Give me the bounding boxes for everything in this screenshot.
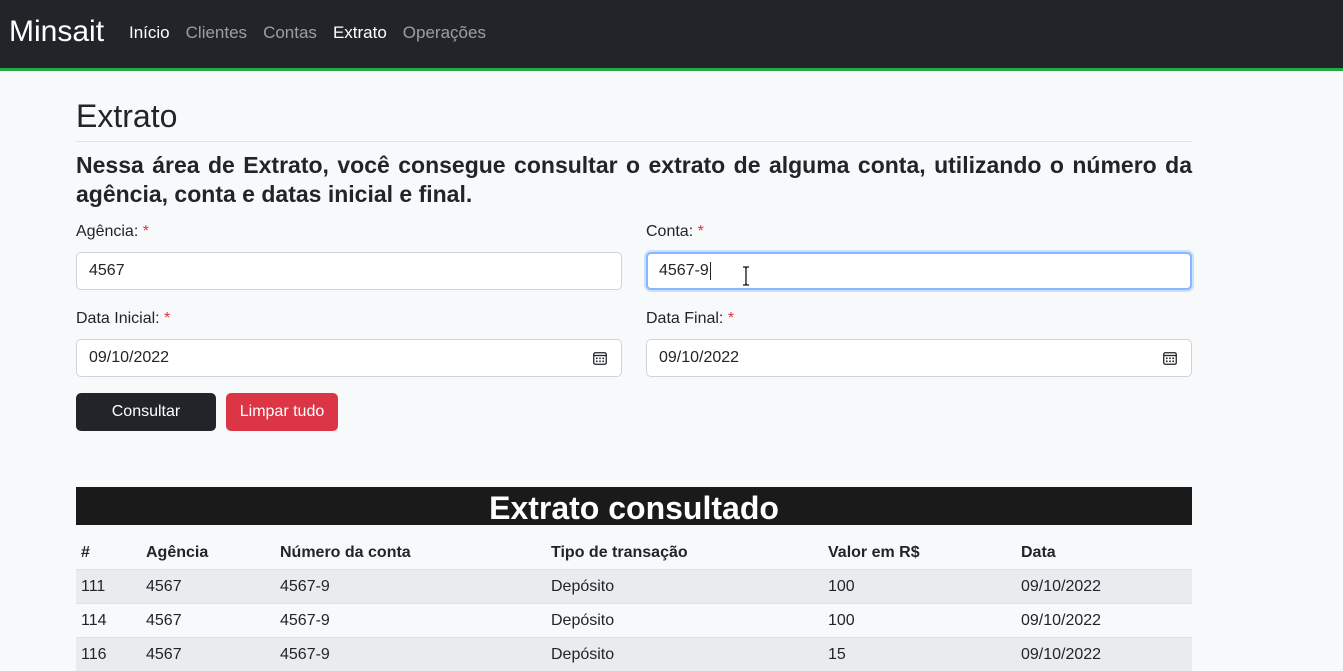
cell-id: 111 [76,570,141,604]
cell-valor: 15 [823,638,1016,671]
text-caret [710,262,711,280]
required-marker: * [143,223,149,240]
nav-links: Início Clientes Contas Extrato Operações [129,22,486,44]
table-header-row: # Agência Número da conta Tipo de transa… [76,537,1192,570]
cell-data: 09/10/2022 [1016,604,1192,638]
limpar-tudo-button[interactable]: Limpar tudo [226,393,338,431]
cell-tipo: Depósito [546,570,823,604]
conta-label: Conta: * [646,222,704,242]
nav-link-contas[interactable]: Contas [263,22,317,44]
cell-valor: 100 [823,604,1016,638]
cell-tipo: Depósito [546,604,823,638]
data-final-label-text: Data Final: [646,310,723,327]
calendar-icon[interactable] [593,351,607,365]
cell-conta: 4567-9 [275,570,546,604]
ibeam-cursor-icon [741,266,751,286]
conta-input[interactable]: 4567-9 [646,252,1192,290]
column-header: Agência [141,537,275,570]
data-inicial-label: Data Inicial: * [76,309,170,329]
cell-data: 09/10/2022 [1016,570,1192,604]
agencia-input[interactable]: 4567 [76,252,622,290]
data-final-input[interactable]: 09/10/2022 [646,339,1192,377]
conta-label-text: Conta: [646,223,693,240]
column-header: # [76,537,141,570]
data-inicial-input[interactable]: 09/10/2022 [76,339,622,377]
title-divider [76,141,1192,142]
data-final-value: 09/10/2022 [659,349,739,366]
column-header: Tipo de transação [546,537,823,570]
nav-link-operacoes[interactable]: Operações [403,22,486,44]
brand-logo[interactable]: Minsait [9,14,104,50]
required-marker: * [728,310,734,327]
data-inicial-label-text: Data Inicial: [76,310,160,327]
table-row: 114 4567 4567-9 Depósito 100 09/10/2022 [76,604,1192,638]
cell-id: 114 [76,604,141,638]
table-row: 116 4567 4567-9 Depósito 15 09/10/2022 [76,638,1192,671]
cell-agencia: 4567 [141,638,275,671]
table-row: 111 4567 4567-9 Depósito 100 09/10/2022 [76,570,1192,604]
top-navbar: Minsait Início Clientes Contas Extrato O… [0,0,1343,71]
page-title: Extrato [76,97,177,135]
consultar-button[interactable]: Consultar [76,393,216,431]
column-header: Número da conta [275,537,546,570]
nav-link-extrato[interactable]: Extrato [333,22,387,44]
cell-data: 09/10/2022 [1016,638,1192,671]
cell-conta: 4567-9 [275,638,546,671]
cell-conta: 4567-9 [275,604,546,638]
cell-id: 116 [76,638,141,671]
nav-link-inicio[interactable]: Início [129,22,170,44]
agencia-label: Agência: * [76,222,149,242]
page-description: Nessa área de Extrato, você consegue con… [76,151,1192,209]
data-final-label: Data Final: * [646,309,734,329]
conta-input-value: 4567-9 [659,262,709,279]
cell-tipo: Depósito [546,638,823,671]
agencia-label-text: Agência: [76,223,138,240]
nav-link-clientes[interactable]: Clientes [186,22,247,44]
agencia-input-value: 4567 [89,262,125,279]
cell-agencia: 4567 [141,570,275,604]
results-title: Extrato consultado [76,487,1192,525]
cell-valor: 100 [823,570,1016,604]
data-inicial-value: 09/10/2022 [89,349,169,366]
required-marker: * [698,223,704,240]
column-header: Data [1016,537,1192,570]
column-header: Valor em R$ [823,537,1016,570]
calendar-icon[interactable] [1163,351,1177,365]
cell-agencia: 4567 [141,604,275,638]
required-marker: * [164,310,170,327]
